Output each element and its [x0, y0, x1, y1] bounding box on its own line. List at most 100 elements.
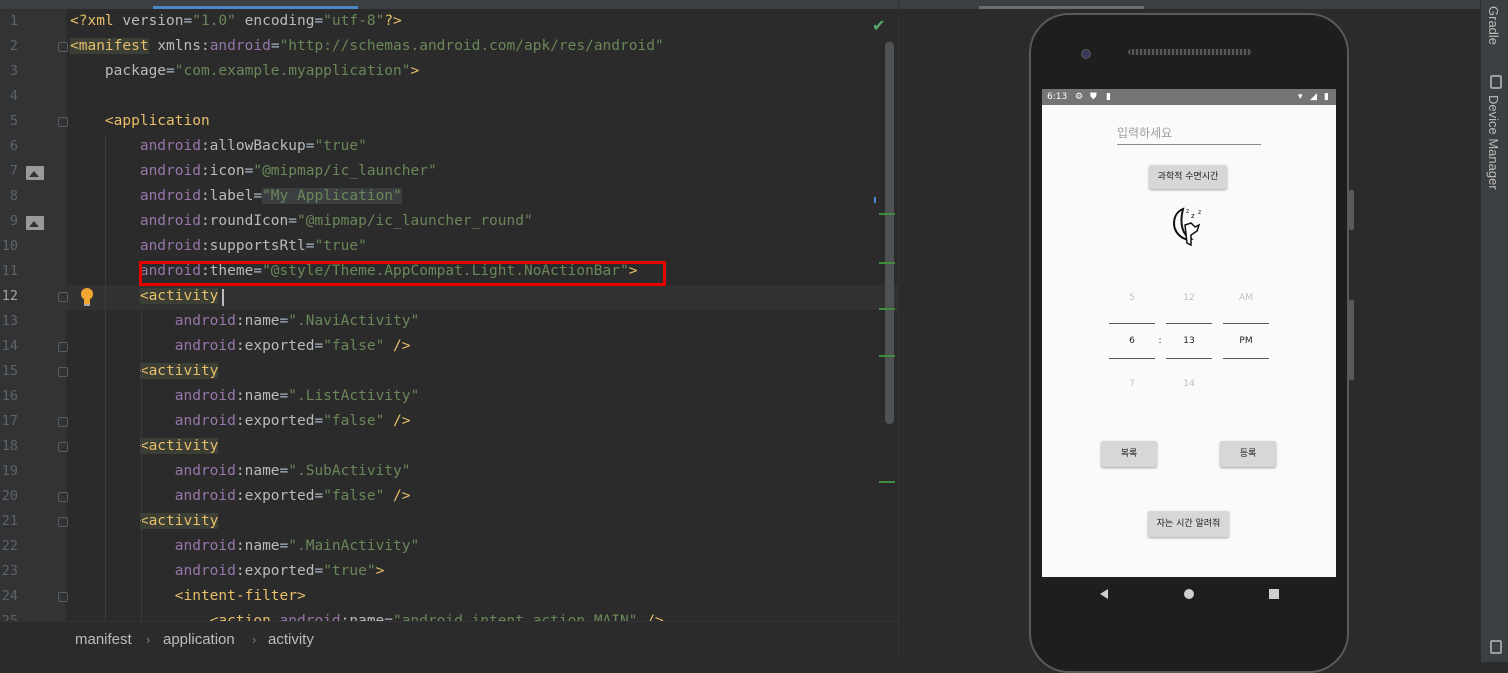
fold-marker[interactable]: [58, 367, 68, 377]
code-line[interactable]: 9 android:roundIcon="@mipmap/ic_launcher…: [0, 209, 898, 234]
emulator-tab-strip[interactable]: [899, 0, 1481, 9]
code-line[interactable]: 7 android:icon="@mipmap/ic_launcher": [0, 159, 898, 184]
code-line[interactable]: 19 android:name=".SubActivity": [0, 459, 898, 484]
code-text[interactable]: android:exported="false" />: [70, 409, 411, 434]
code-text[interactable]: android:exported="true">: [70, 559, 385, 584]
volume-button[interactable]: [1349, 300, 1354, 380]
code-line[interactable]: 15 <activity: [0, 359, 898, 384]
code-line[interactable]: 12 <activity: [0, 284, 898, 309]
code-line[interactable]: 22 android:name=".MainActivity": [0, 534, 898, 559]
image-icon[interactable]: [26, 166, 44, 180]
line-number: 16: [1, 388, 18, 404]
line-number: 3: [9, 63, 18, 79]
code-text[interactable]: package="com.example.myapplication">: [70, 59, 419, 84]
minute-next[interactable]: 14: [1166, 379, 1212, 389]
fold-marker[interactable]: [58, 592, 68, 602]
check-icon[interactable]: ✔: [872, 16, 885, 35]
fold-marker[interactable]: [58, 492, 68, 502]
code-text[interactable]: android:exported="false" />: [70, 484, 411, 509]
code-line[interactable]: 3 package="com.example.myapplication">: [0, 59, 898, 84]
shield-icon: ⛊: [1090, 92, 1097, 102]
fold-marker[interactable]: [58, 342, 68, 352]
code-line[interactable]: 13 android:name=".NaviActivity": [0, 309, 898, 334]
left-button[interactable]: 복록: [1101, 441, 1157, 467]
breadcrumb-item-application[interactable]: application: [163, 631, 235, 648]
fold-marker[interactable]: [58, 417, 68, 427]
image-icon[interactable]: [26, 216, 44, 230]
home-icon[interactable]: [1183, 588, 1195, 600]
power-button[interactable]: [1349, 190, 1354, 230]
ampm-selected[interactable]: PM: [1223, 336, 1269, 346]
code-text[interactable]: android:name=".ListActivity": [70, 384, 419, 409]
code-line[interactable]: 24 <intent-filter>: [0, 584, 898, 609]
editor-scrollbar[interactable]: [885, 42, 894, 424]
code-text[interactable]: <activity: [70, 509, 219, 534]
phone-screen[interactable]: 6:13 ⚙ ⛊ ▮ ▾ ◢ ▮ 입력하세요 과학적 수면시간 z z z 5 …: [1042, 89, 1336, 577]
register-button[interactable]: 등록: [1220, 441, 1276, 467]
line-number: 8: [9, 188, 18, 204]
code-line[interactable]: 14 android:exported="false" />: [0, 334, 898, 359]
code-line[interactable]: 10 android:supportsRtl="true": [0, 234, 898, 259]
tell-sleep-time-button[interactable]: 자는 시간 알려줘: [1148, 511, 1229, 537]
time-input[interactable]: 입력하세요: [1117, 124, 1172, 141]
code-text[interactable]: android:name=".SubActivity": [70, 459, 411, 484]
code-text[interactable]: android:name=".NaviActivity": [70, 309, 419, 334]
code-text[interactable]: android:icon="@mipmap/ic_launcher": [70, 159, 437, 184]
code-line[interactable]: 16 android:name=".ListActivity": [0, 384, 898, 409]
code-line[interactable]: 8 android:label="My Application": [0, 184, 898, 209]
code-text[interactable]: <manifest xmlns:android="http://schemas.…: [70, 34, 664, 59]
line-number: 2: [9, 38, 18, 54]
editor-tab-strip[interactable]: [0, 0, 898, 9]
code-text[interactable]: <activity: [70, 359, 219, 384]
breadcrumb-separator: ›: [146, 632, 151, 647]
indent-guide: [105, 135, 106, 622]
change-marker: [879, 355, 895, 357]
code-text[interactable]: android:name=".MainActivity": [70, 534, 419, 559]
picker-divider: [1166, 323, 1212, 324]
code-text[interactable]: android:allowBackup="true": [70, 134, 367, 159]
line-number: 15: [1, 363, 18, 379]
right-tool-bar: Gradle Device Manager: [1480, 0, 1508, 662]
breadcrumb-item-activity[interactable]: activity: [268, 631, 314, 648]
code-text[interactable]: android:exported="false" />: [70, 334, 411, 359]
recents-icon[interactable]: [1268, 588, 1280, 600]
fold-marker[interactable]: [58, 117, 68, 127]
code-line[interactable]: 23 android:exported="true">: [0, 559, 898, 584]
fold-marker[interactable]: [58, 292, 68, 302]
gradle-tool-button[interactable]: Gradle: [1486, 6, 1501, 45]
line-number: 23: [1, 563, 18, 579]
fold-marker[interactable]: [58, 42, 68, 52]
svg-text:z: z: [1186, 208, 1189, 215]
code-text[interactable]: <activity: [70, 434, 219, 459]
code-text[interactable]: android:label="My Application": [70, 184, 402, 209]
hour-prev[interactable]: 5: [1109, 293, 1155, 303]
code-line[interactable]: 17 android:exported="false" />: [0, 409, 898, 434]
code-line[interactable]: 5 <application: [0, 109, 898, 134]
sleep-time-button[interactable]: 과학적 수면시간: [1149, 165, 1227, 189]
fold-marker[interactable]: [58, 517, 68, 527]
code-line[interactable]: 1 <?xml version="1.0" encoding="utf-8"?>: [0, 9, 898, 34]
code-line[interactable]: 20 android:exported="false" />: [0, 484, 898, 509]
code-line[interactable]: 4: [0, 84, 898, 109]
code-text[interactable]: <application: [70, 109, 210, 134]
device-manager-tool-button[interactable]: Device Manager: [1486, 95, 1501, 190]
hour-next[interactable]: 7: [1109, 379, 1155, 389]
code-line[interactable]: 18 <activity: [0, 434, 898, 459]
back-icon[interactable]: [1098, 588, 1110, 600]
code-line[interactable]: 21 <activity: [0, 509, 898, 534]
code-line[interactable]: 6 android:allowBackup="true": [0, 134, 898, 159]
code-text[interactable]: <?xml version="1.0" encoding="utf-8"?>: [70, 9, 402, 34]
fold-marker[interactable]: [58, 442, 68, 452]
minute-prev[interactable]: 12: [1166, 293, 1212, 303]
code-text[interactable]: android:roundIcon="@mipmap/ic_launcher_r…: [70, 209, 533, 234]
code-editor[interactable]: 1 <?xml version="1.0" encoding="utf-8"?> 2…: [0, 0, 898, 663]
breadcrumb-item-manifest[interactable]: manifest: [75, 631, 132, 648]
android-nav-bar: [1042, 577, 1336, 611]
minute-selected[interactable]: 13: [1166, 336, 1212, 346]
line-number: 7: [9, 163, 18, 179]
ampm-prev[interactable]: AM: [1223, 293, 1269, 303]
code-line[interactable]: 2 <manifest xmlns:android="http://schemas…: [0, 34, 898, 59]
lightbulb-icon[interactable]: [80, 287, 94, 307]
code-text[interactable]: android:supportsRtl="true": [70, 234, 367, 259]
emulator-tab-indicator: [979, 6, 1144, 9]
